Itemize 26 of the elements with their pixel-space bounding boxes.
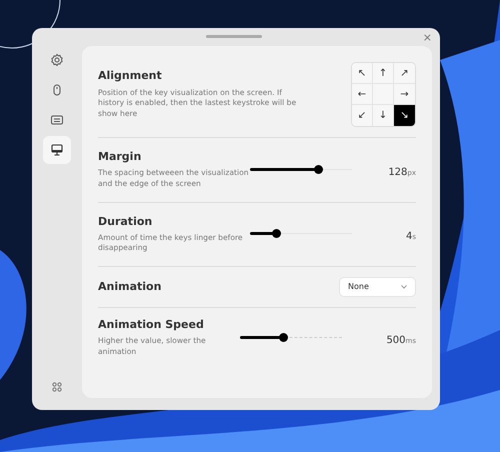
drag-handle[interactable] [206,35,262,38]
close-button[interactable]: × [420,30,434,45]
monitor-icon [50,143,64,157]
slider-thumb[interactable] [272,229,280,238]
alignment-option[interactable]: ↗ [394,63,415,84]
animation-dropdown[interactable]: None [339,277,416,298]
value-text: 4 [406,231,412,242]
alignment-option[interactable]: ↑ [373,63,394,84]
keyboard-icon [50,113,64,127]
alignment-option[interactable]: ↖ [352,63,373,84]
sidebar-tab[interactable] [43,136,71,164]
alignment-option[interactable]: ↘ [394,105,415,126]
value-text: 500 [386,334,406,346]
setting-title: Margin [98,150,142,164]
apps-icon[interactable] [52,382,62,392]
setting-title: Alignment [98,69,163,84]
value-text: 128 [388,166,408,178]
alignment-option[interactable]: ← [352,84,373,105]
alignment-option[interactable]: ↙ [352,105,373,126]
setting-title: Animation Speed [98,318,205,332]
setting-title: Duration [98,214,154,229]
slider-thumb[interactable] [314,164,324,174]
slider-thumb[interactable] [278,332,288,342]
caret-icon [401,285,407,290]
gear-icon [50,53,64,67]
setting-title: Animation [98,280,162,294]
